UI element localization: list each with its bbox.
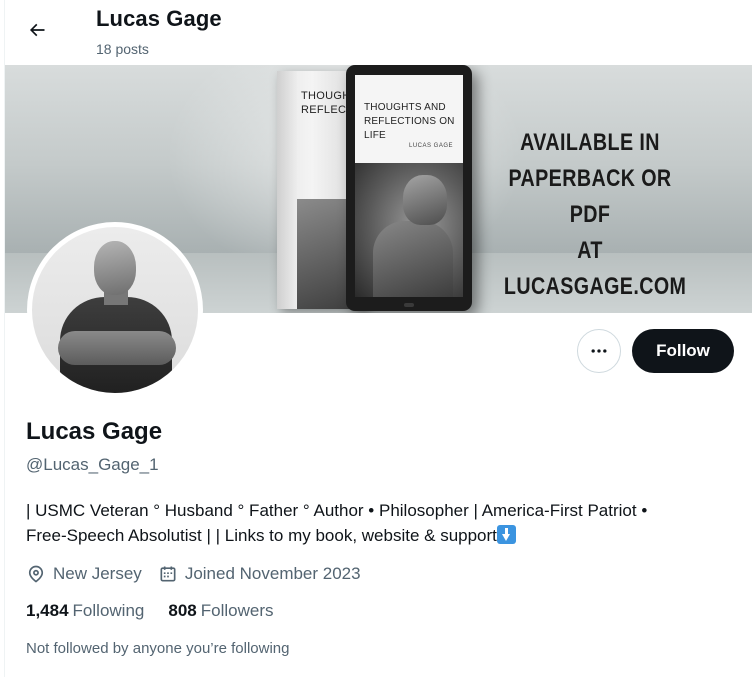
statue-head [403,175,447,225]
followers-link[interactable]: 808 Followers [168,601,273,621]
header-title: Lucas Gage [96,6,222,31]
calendar-icon [160,566,176,582]
tablet-button [404,303,414,307]
joined-item: Joined November 2023 [158,564,361,584]
joined-text: Joined November 2023 [184,564,361,583]
bio-line: | USMC Veteran ° Husband ° Father ° Auth… [26,501,648,520]
post-count: 18 posts [96,41,149,57]
display-name: Lucas Gage [26,418,163,445]
tablet-author: LUCAS GAGE [408,143,453,149]
more-options-button[interactable] [577,329,621,373]
bio-line-text: Free-Speech Absolutist | | Links to my b… [26,526,497,545]
location-text: New Jersey [53,564,142,583]
banner-text-line: AVAILABLE IN [520,129,660,156]
avatar[interactable] [27,222,203,398]
banner-text-line: AT LUCASGAGE.COM [503,237,687,300]
avatar-arms [58,331,176,365]
mutual-followers-note: Not followed by anyone you’re following [26,640,290,657]
tablet-title: THOUGHTS AND REFLECTIONS ON LIFE [364,101,463,143]
location-pin-icon [28,565,44,583]
banner-text-line: PAPERBACK OR PDF [508,165,672,228]
followers-count: 808 [168,601,197,620]
tablet-image: THOUGHTS AND REFLECTIONS ON LIFE LUCAS G… [346,65,472,311]
profile-meta: New Jersey Joined November 2023 [26,562,377,586]
follow-button[interactable]: Follow [632,329,734,373]
profile-page: Lucas Gage 18 posts THOUGHTS REFLECTIO T… [4,0,752,677]
down-arrow-emoji-icon [496,525,516,544]
more-horizontal-icon [591,349,607,353]
statue-photo [355,163,463,297]
book-spine [277,71,297,309]
following-label: Following [72,601,145,620]
following-count: 1,484 [26,601,69,620]
following-link[interactable]: 1,484 Following [26,601,144,621]
profile-bio: | USMC Veteran ° Husband ° Father ° Auth… [26,498,746,548]
user-handle: @Lucas_Gage_1 [26,455,159,474]
bio-line-2: Free-Speech Absolutist | | Links to my b… [26,523,746,548]
tablet-screen: THOUGHTS AND REFLECTIONS ON LIFE LUCAS G… [355,75,463,297]
followers-label: Followers [200,601,274,620]
statue-body [373,221,453,297]
location-item: New Jersey [26,564,142,584]
tablet-title-line1: THOUGHTS AND [364,102,446,113]
arrow-left-icon [29,23,45,37]
avatar-photo [32,227,198,393]
back-button[interactable] [19,12,55,48]
banner-promo-text: AVAILABLE IN PAPERBACK OR PDF AT LUCASGA… [503,125,687,305]
avatar-head [94,241,136,295]
profile-header: Lucas Gage 18 posts [5,0,752,64]
follow-stats: 1,484 Following 808 Followers [26,601,297,621]
tablet-title-line2: REFLECTIONS ON LIFE [364,116,455,141]
